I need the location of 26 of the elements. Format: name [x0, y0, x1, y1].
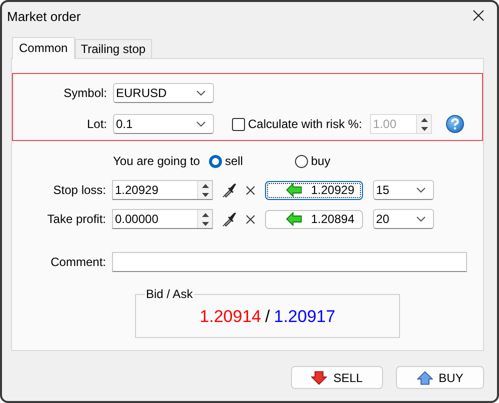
field-label: Symbol:	[62, 86, 107, 100]
dropdown[interactable]: 15	[373, 180, 434, 200]
field-label: Take profit:	[46, 212, 106, 226]
separator-text: /	[265, 307, 270, 327]
price-button[interactable]: 1.20929	[265, 180, 363, 200]
ask-price: 1.20917	[274, 307, 336, 327]
window-title: Market order	[7, 8, 81, 24]
field-label: Lot:	[86, 117, 107, 131]
checkbox-label: Calculate with risk %:	[248, 117, 362, 131]
bid-price: 1.20914	[200, 307, 262, 327]
buy-button[interactable]: BUY	[396, 366, 484, 389]
tab[interactable]: Common	[12, 37, 75, 59]
radio-label: sell	[224, 154, 243, 168]
dropdown[interactable]: EURUSD	[113, 83, 214, 103]
price-button[interactable]: 1.20894	[265, 210, 363, 228]
number-field[interactable]: 0.00000	[112, 209, 213, 229]
dropdown[interactable]: 0.1	[113, 114, 214, 134]
sell-button[interactable]: SELL	[291, 366, 383, 389]
field-label: Comment:	[50, 255, 106, 269]
prompt-text: You are going to	[113, 154, 200, 168]
group-title: Bid / Ask	[145, 287, 194, 301]
field-label: Stop loss:	[52, 183, 106, 197]
number-field[interactable]: 1.20929	[112, 180, 213, 200]
radio-label: buy	[310, 154, 330, 168]
tab[interactable]: Trailing stop	[74, 39, 152, 58]
dropdown[interactable]: 20	[373, 209, 434, 229]
